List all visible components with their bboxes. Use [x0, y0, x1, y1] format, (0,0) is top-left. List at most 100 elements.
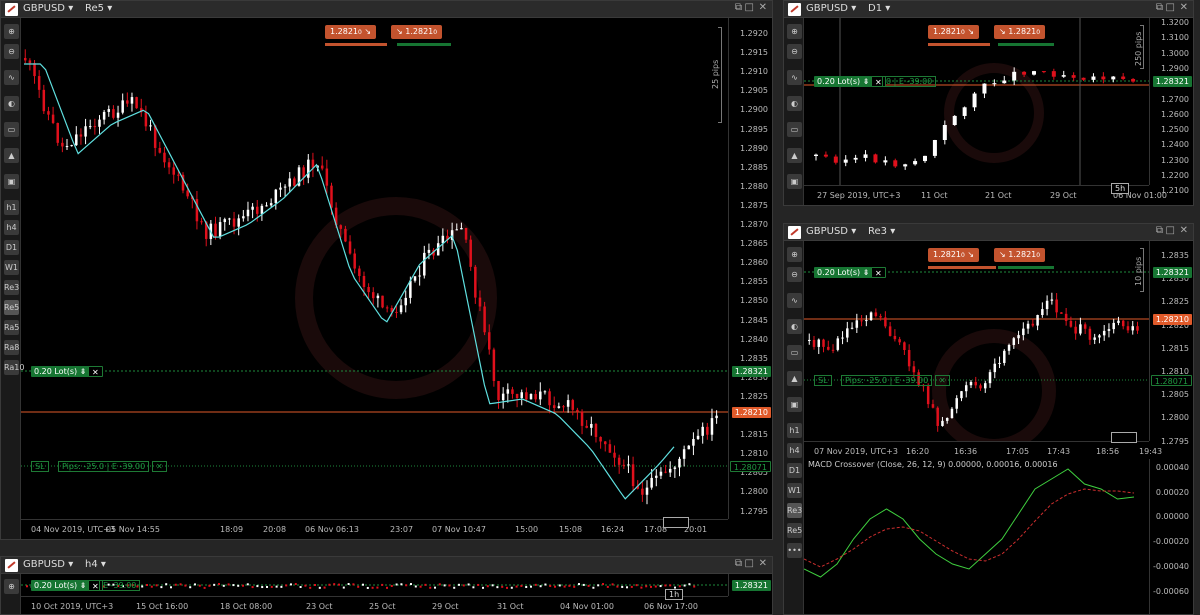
- tf-h4-button[interactable]: h4: [787, 443, 802, 458]
- screenshot-icon[interactable]: ▣: [4, 174, 19, 189]
- candle-body: [1121, 320, 1125, 327]
- candle-body: [121, 100, 124, 113]
- symbol-selector[interactable]: GBPUSD ▾: [806, 3, 856, 14]
- close-icon[interactable]: ✕: [1180, 225, 1188, 236]
- remove-sl-icon[interactable]: ✕: [152, 461, 167, 472]
- candle-body: [602, 583, 604, 586]
- zoom-out-icon[interactable]: ⊖: [787, 267, 802, 282]
- zoom-in-icon[interactable]: ⊕: [4, 24, 19, 39]
- candle-body: [141, 585, 144, 588]
- tf-re5-button[interactable]: Re5: [787, 523, 802, 538]
- templates-icon[interactable]: ▲: [787, 371, 802, 386]
- close-position-icon[interactable]: ✕: [871, 267, 886, 278]
- position-info-label: E -39.00: [103, 581, 137, 590]
- tf-ra8-button[interactable]: Ra8: [4, 340, 19, 355]
- timeframe-scroll-box[interactable]: 1h: [665, 589, 684, 600]
- zoom-out-icon[interactable]: ⊖: [787, 44, 802, 59]
- timeframe-selector[interactable]: h4 ▾: [85, 559, 106, 570]
- close-position-icon[interactable]: ✕: [88, 366, 103, 377]
- re3-time-axis[interactable]: 07 Nov 2019, UTC+3 16:20 16:36 17:05 17:43 18…: [804, 441, 1162, 459]
- timeframe-scroll-box[interactable]: [663, 517, 689, 528]
- zoom-in-icon[interactable]: ⊕: [787, 247, 802, 262]
- screenshot-icon[interactable]: ▣: [787, 397, 802, 412]
- symbol-selector[interactable]: GBPUSD ▾: [23, 3, 73, 14]
- indicators-icon[interactable]: ∿: [787, 70, 802, 85]
- close-icon[interactable]: ✕: [759, 558, 767, 569]
- position-lot-tag[interactable]: 0.20 Lot(s) ⇟: [31, 366, 90, 377]
- buy-button[interactable]: ↘ 1.28210: [994, 248, 1046, 262]
- stop-loss-tag[interactable]: SL: [31, 461, 49, 472]
- candle-body: [1111, 76, 1116, 80]
- remove-sl-icon[interactable]: ✕: [935, 375, 950, 386]
- sell-button[interactable]: 1.28210 ↘: [325, 25, 377, 39]
- close-icon[interactable]: ✕: [759, 2, 767, 13]
- tf-re3-button[interactable]: Re3: [787, 503, 802, 518]
- candle-body: [135, 97, 138, 109]
- timeframe-selector[interactable]: Re5 ▾: [85, 3, 112, 14]
- maximize-icon[interactable]: □: [1166, 2, 1175, 13]
- candle-body: [992, 83, 997, 85]
- tf-h4-button[interactable]: h4: [4, 220, 19, 235]
- buy-price: 1.2821: [1008, 250, 1037, 259]
- drawing-icon[interactable]: ◐: [787, 96, 802, 111]
- chart-type-icon[interactable]: ▭: [787, 345, 802, 360]
- tf-h1-button[interactable]: h1: [787, 423, 802, 438]
- screenshot-icon[interactable]: ▣: [787, 174, 802, 189]
- maximize-icon[interactable]: □: [745, 2, 754, 13]
- chart-type-icon[interactable]: ▭: [787, 122, 802, 137]
- tf-re5-button[interactable]: Re5: [4, 300, 19, 315]
- drawing-icon[interactable]: ◐: [4, 96, 19, 111]
- tf-h1-button[interactable]: h1: [4, 200, 19, 215]
- timeframe-selector[interactable]: Re3 ▾: [868, 226, 895, 237]
- undock-icon[interactable]: ⧉: [735, 2, 742, 13]
- tf-w1-button[interactable]: W1: [4, 260, 19, 275]
- more-icon[interactable]: •••: [787, 543, 802, 558]
- close-icon[interactable]: ✕: [1180, 2, 1188, 13]
- price-tick: -0.00040: [1153, 561, 1189, 571]
- undock-icon[interactable]: ⧉: [735, 558, 742, 569]
- candle-body: [534, 393, 537, 400]
- h4-time-axis[interactable]: 10 Oct 2019, UTC+3 15 Oct 16:00 18 Oct 08:…: [21, 596, 728, 614]
- drawing-icon[interactable]: ◐: [787, 319, 802, 334]
- tf-ra5-button[interactable]: Ra5: [4, 320, 19, 335]
- d1-price-axis[interactable]: 1.32001.31001.30001.29001.28001.27001.26…: [1149, 18, 1193, 195]
- chart-type-icon[interactable]: ▭: [4, 122, 19, 137]
- timeframe-selector[interactable]: D1 ▾: [868, 3, 890, 14]
- tf-d1-button[interactable]: D1: [787, 463, 802, 478]
- templates-icon[interactable]: ▲: [4, 148, 19, 163]
- zoom-in-icon[interactable]: ⊕: [787, 24, 802, 39]
- indicators-icon[interactable]: ∿: [787, 293, 802, 308]
- tf-d1-button[interactable]: D1: [4, 240, 19, 255]
- main-time-axis[interactable]: 04 Nov 2019, UTC+3 05 Nov 14:55 18:09 20:08…: [21, 519, 728, 539]
- undock-icon[interactable]: ⧉: [1156, 225, 1163, 236]
- maximize-icon[interactable]: □: [1166, 225, 1175, 236]
- main-price-axis[interactable]: 1.2920 1.2915 1.2910 1.2905 1.2900 1.2895 1.28…: [728, 18, 772, 519]
- timeframe-scroll-box[interactable]: [1111, 432, 1137, 443]
- zoom-out-icon[interactable]: ⊖: [4, 44, 19, 59]
- timeframe-scroll-box[interactable]: 5h: [1111, 183, 1130, 194]
- undock-icon[interactable]: ⧉: [1156, 2, 1163, 13]
- tf-w1-button[interactable]: W1: [787, 483, 802, 498]
- tf-re3-button[interactable]: Re3: [4, 280, 19, 295]
- time-tick: 16:36: [954, 447, 978, 456]
- stop-loss-tag[interactable]: SL: [814, 375, 832, 386]
- macd-pane[interactable]: MACD Crossover (Close, 26, 12, 9) 0.0000…: [804, 459, 1151, 614]
- position-lot-tag[interactable]: 0.20 Lot(s) ⇟: [814, 76, 873, 87]
- buy-button[interactable]: ↘ 1.28210: [391, 25, 443, 39]
- main-plot-area[interactable]: [21, 18, 730, 521]
- position-lot-tag[interactable]: 0.20 Lot(s) ⇟: [814, 267, 873, 278]
- maximize-icon[interactable]: □: [745, 558, 754, 569]
- tf-ra10-button[interactable]: Ra10: [4, 360, 24, 375]
- candle-body: [534, 583, 537, 586]
- zoom-in-icon[interactable]: ⊕: [4, 579, 19, 594]
- sell-button[interactable]: 1.28210 ↘: [928, 248, 980, 262]
- d1-time-axis[interactable]: 27 Sep 2019, UTC+3 11 Oct 21 Oct 29 Oct 06 N…: [804, 185, 1167, 205]
- symbol-selector[interactable]: GBPUSD ▾: [23, 559, 73, 570]
- indicators-icon[interactable]: ∿: [4, 70, 19, 85]
- symbol-selector[interactable]: GBPUSD ▾: [806, 226, 856, 237]
- macd-axis[interactable]: 0.00040 0.00020 0.00000 -0.00020 -0.00040 -0.…: [1149, 459, 1193, 614]
- buy-button[interactable]: ↘ 1.28210: [994, 25, 1046, 39]
- templates-icon[interactable]: ▲: [787, 148, 802, 163]
- sell-button[interactable]: 1.28210 ↘: [928, 25, 980, 39]
- position-lot-tag[interactable]: 0.20 Lot(s) ⇟: [31, 580, 90, 591]
